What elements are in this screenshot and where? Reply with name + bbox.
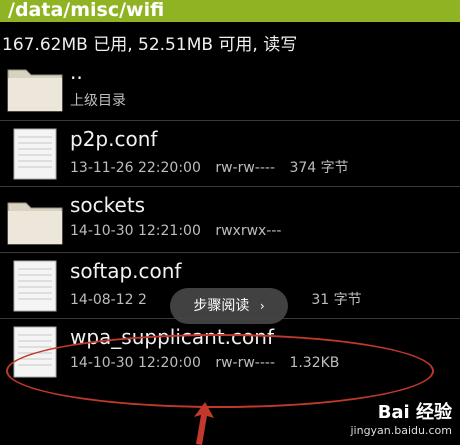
file-meta-date: 14-08-12 2 [70, 292, 147, 308]
file-name: wpa_supplicant.conf [70, 325, 274, 349]
file-meta-date: 13-11-26 22:20:00 [70, 160, 201, 176]
arrow-up-icon [194, 402, 214, 445]
file-meta-date: 14-10-30 12:21:00 [70, 223, 201, 239]
step-read-label: 步骤阅读 [193, 298, 250, 314]
file-meta-perm: rw-rw---- [215, 355, 275, 371]
file-meta: 14-10-30 12:20:00 rw-rw---- 1.32KB [70, 355, 349, 371]
file-meta: 上级目录 [70, 90, 136, 110]
document-icon [13, 326, 57, 378]
step-read-button[interactable]: 步骤阅读 › [170, 288, 288, 324]
current-path: /data/misc/wifi [8, 0, 165, 21]
file-meta-size: 1.32KB [289, 355, 340, 371]
chevron-right-icon: › [259, 299, 265, 313]
file-name: p2p.conf [70, 127, 158, 151]
watermark-url: jingyan.baidu.com [350, 424, 452, 437]
watermark: Bai 经验 jingyan.baidu.com [350, 398, 452, 437]
document-icon [13, 260, 57, 312]
file-meta-size: 31 字节 [311, 292, 362, 308]
watermark-brand: Bai 经验 [377, 402, 452, 423]
file-meta-perm: rw-rw---- [215, 160, 275, 176]
file-meta-date: 上级目录 [70, 93, 126, 109]
file-name: .. [70, 60, 83, 84]
file-meta-date: 14-10-30 12:20:00 [70, 355, 201, 371]
file-name: softap.conf [70, 259, 182, 283]
list-item-p2p-conf[interactable]: p2p.conf 13-11-26 22:20:00 rw-rw---- 374… [0, 120, 460, 186]
list-item-wpa-supplicant-conf[interactable]: wpa_supplicant.conf 14-10-30 12:20:00 rw… [0, 318, 460, 384]
document-icon [13, 128, 57, 180]
file-meta-size: 374 字节 [289, 160, 349, 176]
folder-icon [7, 69, 63, 112]
storage-summary: 167.62MB 已用, 52.51MB 可用, 读写 [2, 35, 298, 55]
list-item-sockets[interactable]: sockets 14-10-30 12:21:00 rwxrwx--- [0, 186, 460, 252]
file-list: .. 上级目录 p2p.conf 13-11-26 22:20:00 rw-rw… [0, 54, 460, 384]
folder-icon [7, 202, 63, 245]
file-meta: 13-11-26 22:20:00 rw-rw---- 374 字节 [70, 157, 359, 177]
path-bar: /data/misc/wifi [0, 0, 460, 22]
file-meta: 14-10-30 12:21:00 rwxrwx--- [70, 223, 291, 239]
list-item-parent[interactable]: .. 上级目录 [0, 54, 460, 120]
file-meta-perm: rwxrwx--- [215, 223, 282, 239]
file-name: sockets [70, 193, 146, 217]
